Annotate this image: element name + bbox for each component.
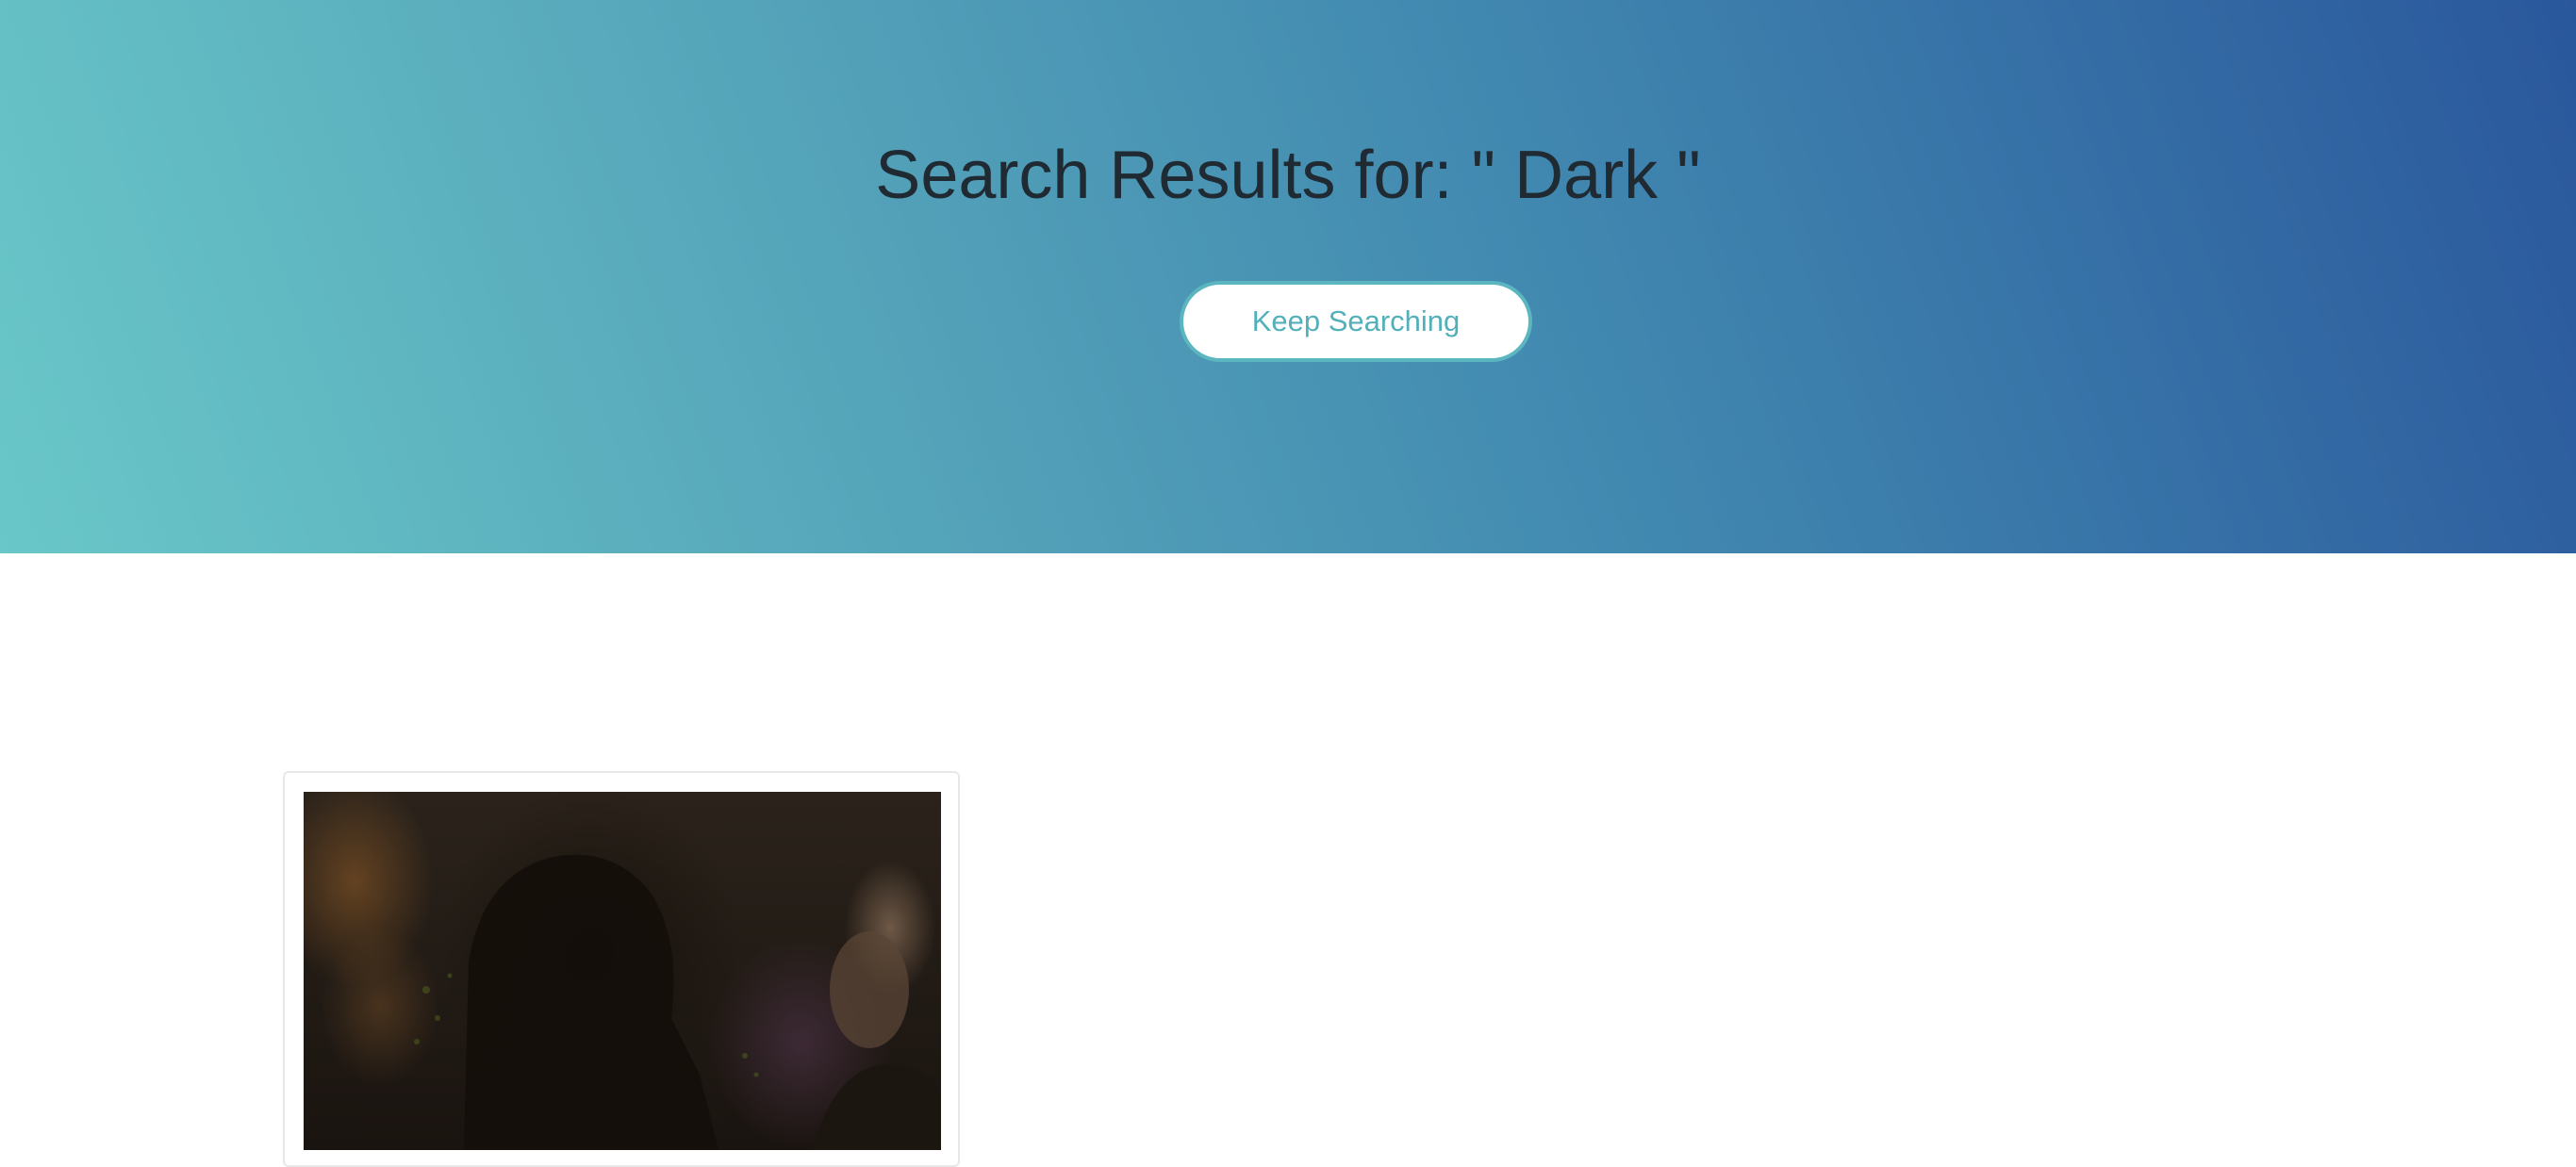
result-card[interactable] bbox=[283, 771, 960, 1167]
page-title: Search Results for: " Dark " bbox=[875, 138, 1701, 213]
search-hero-banner: Search Results for: " Dark " Keep Search… bbox=[0, 0, 2576, 553]
result-thumbnail-image[interactable] bbox=[304, 792, 941, 1150]
thumbnail-scene-image bbox=[414, 854, 941, 1150]
keep-searching-button[interactable]: Keep Searching bbox=[1180, 281, 1532, 362]
